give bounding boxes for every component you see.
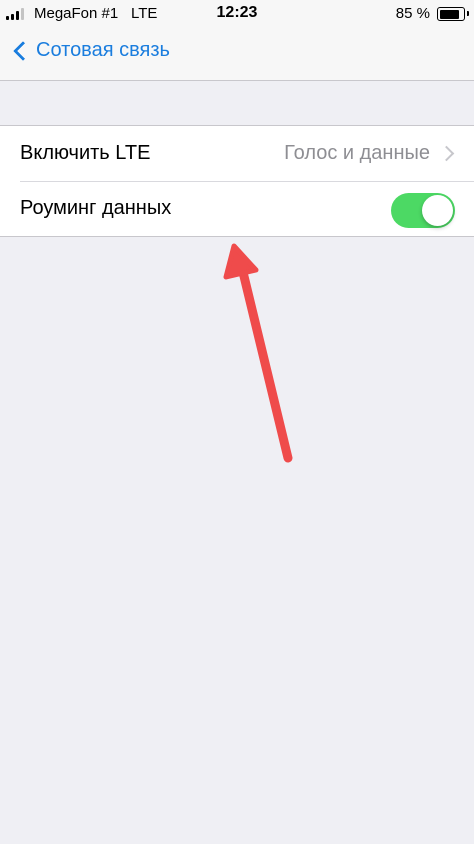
back-button[interactable]: Сотовая связь <box>10 39 170 62</box>
battery-percentage: 85 % <box>395 5 430 22</box>
status-bar: MegaFon #1 LTE 12:23 85 % <box>0 0 474 28</box>
settings-list: Включить LTE Голос и данные Роуминг данн… <box>0 125 474 237</box>
enable-lte-row[interactable]: Включить LTE Голос и данные <box>0 126 474 181</box>
enable-lte-value: Голос и данные <box>284 142 430 164</box>
settings-screen: MegaFon #1 LTE 12:23 85 % Сотовая связь … <box>0 0 474 844</box>
enable-lte-label: Включить LTE <box>20 142 151 164</box>
navigation-bar: Сотовая связь <box>0 28 474 81</box>
chevron-right-icon <box>438 145 455 162</box>
toggle-knob <box>422 195 453 226</box>
back-button-label: Сотовая связь <box>36 39 170 61</box>
data-roaming-toggle[interactable] <box>391 193 455 228</box>
data-roaming-label: Роуминг данных <box>20 197 172 219</box>
battery-icon <box>437 7 469 21</box>
data-roaming-row: Роуминг данных <box>0 181 474 236</box>
chevron-left-icon <box>13 40 33 61</box>
battery-fill <box>439 9 459 19</box>
